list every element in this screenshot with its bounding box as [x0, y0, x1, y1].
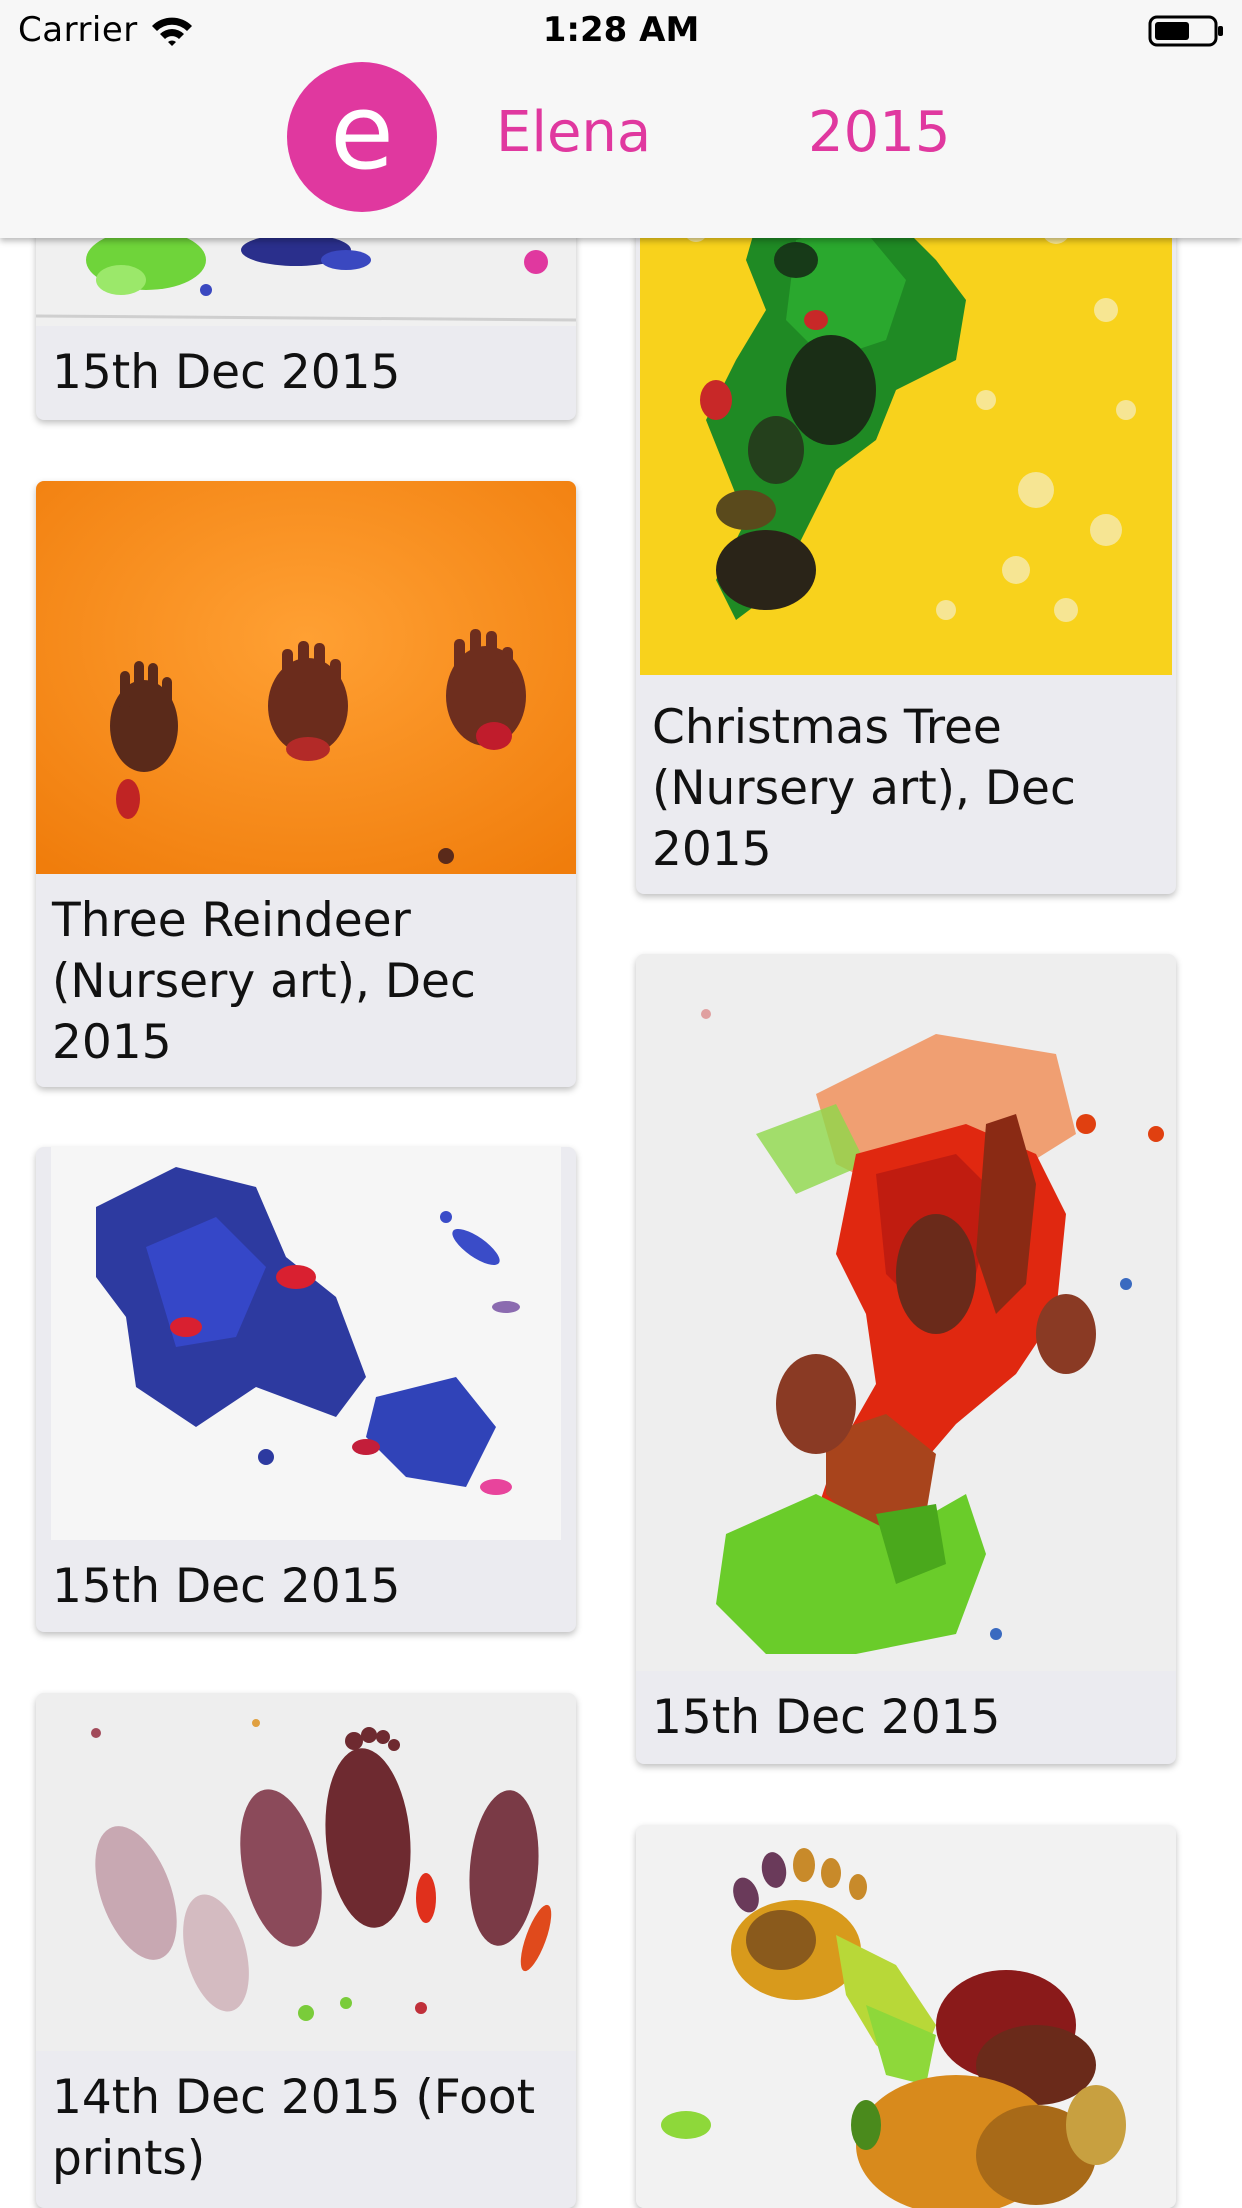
status-time: 1:28 AM [542, 10, 700, 50]
artwork-caption: Three Reindeer (Nursery art), Dec 2015 [52, 893, 476, 1070]
artwork-image [36, 1147, 576, 1540]
artwork-caption: 15th Dec 2015 [652, 1690, 1001, 1745]
artwork-card[interactable]: 15th Dec 2015 [636, 954, 1176, 1764]
status-bar: Carrier 1:28 AM [0, 0, 1242, 62]
artwork-caption: 15th Dec 2015 [52, 1559, 401, 1614]
artwork-card[interactable]: Christmas Tree (Nursery art), Dec 2015 [636, 150, 1176, 894]
artwork-card[interactable]: 15th Dec 2015 [36, 1147, 576, 1632]
battery-icon [1148, 15, 1223, 47]
artwork-card[interactable]: 14th Dec 2015 (Foot prints) [36, 1693, 576, 2208]
artwork-image [36, 1693, 576, 2051]
artwork-card[interactable]: Three Reindeer (Nursery art), Dec 2015 [36, 481, 576, 1087]
profile-header: e Elena 2015 [0, 62, 1242, 238]
avatar[interactable]: e [287, 62, 437, 212]
artwork-image [636, 954, 1176, 1671]
artwork-image [36, 481, 576, 874]
artwork-card[interactable] [636, 1825, 1176, 2208]
artwork-caption: Christmas Tree (Nursery art), Dec 2015 [652, 700, 1076, 877]
year-selector-button[interactable]: 2015 [808, 100, 951, 165]
artwork-caption: 15th Dec 2015 [52, 345, 401, 400]
artwork-caption: 14th Dec 2015 (Foot prints) [52, 2070, 536, 2186]
artwork-image [636, 1825, 1176, 2208]
artwork-gallery: 15th Dec 2015 Three Reindeer (Nursery ar… [0, 0, 1242, 2208]
child-name-button[interactable]: Elena [496, 100, 651, 165]
